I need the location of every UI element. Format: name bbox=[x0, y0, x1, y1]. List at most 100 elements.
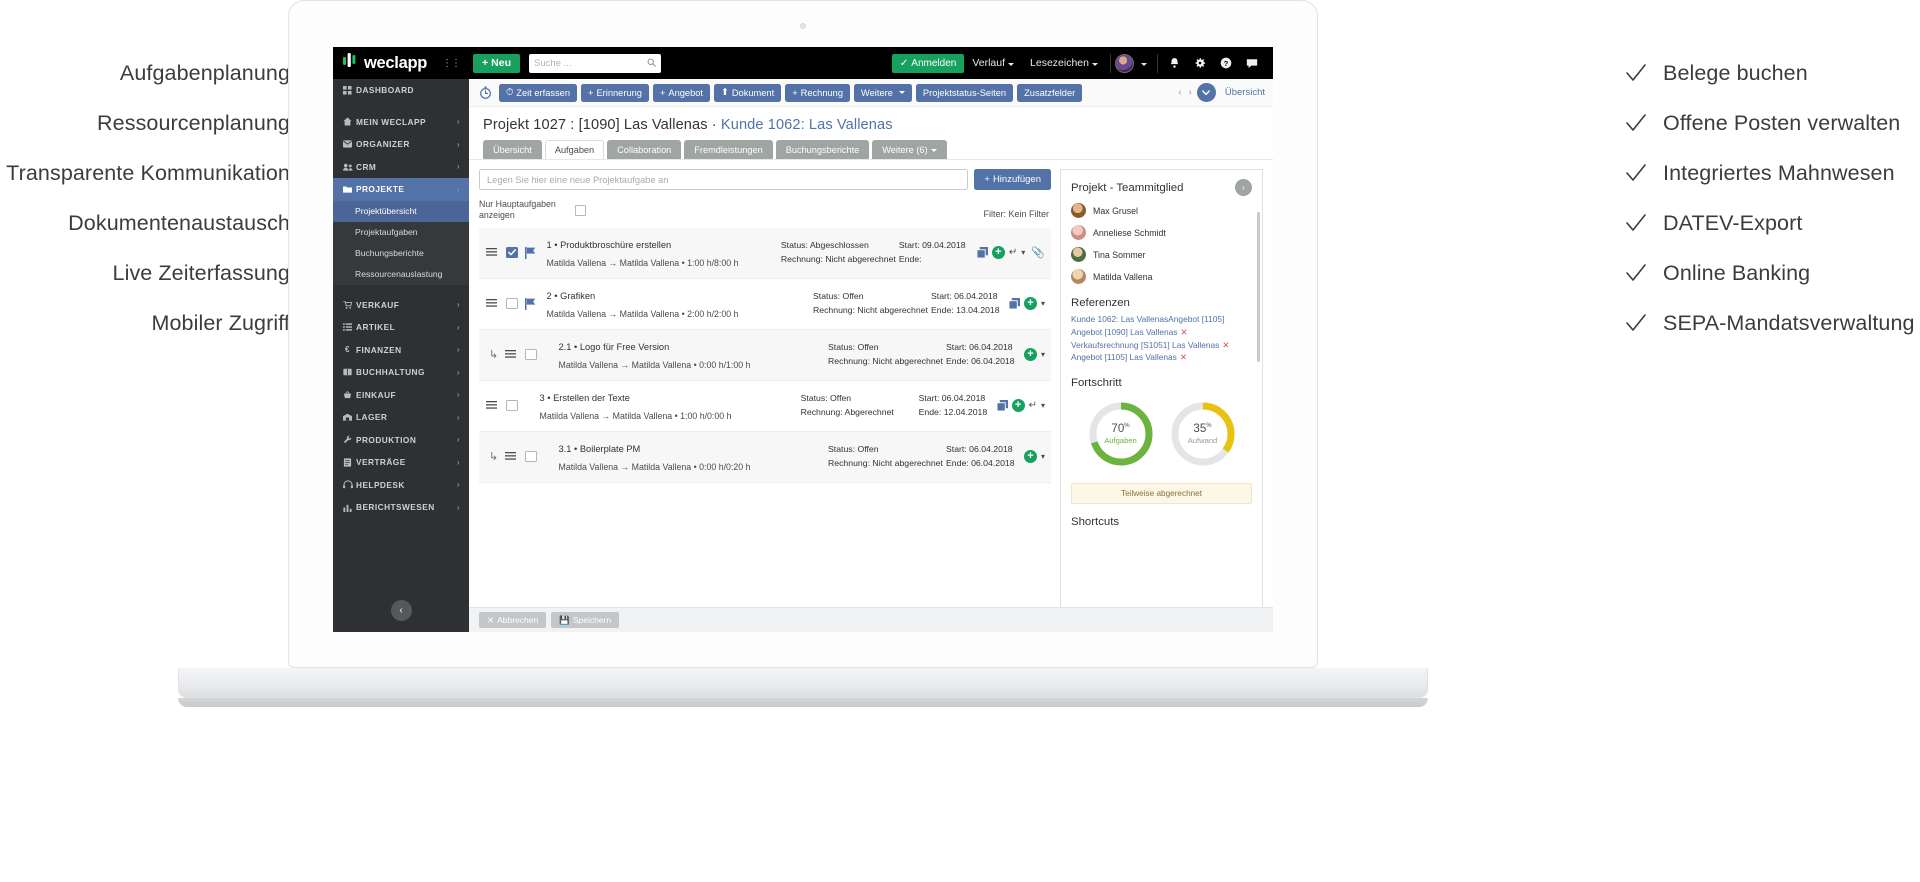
sidebar-item-vertraege[interactable]: Verträge › bbox=[333, 451, 469, 474]
sidebar-toggle-icon[interactable]: ⋮⋮ bbox=[442, 58, 461, 69]
table-row[interactable]: 3 • Erstellen der Texte Matilda Vallena … bbox=[479, 381, 1051, 432]
reference-link[interactable]: Angebot [1105] Las Vallenas ✕ bbox=[1071, 351, 1252, 364]
sidebar-subitem-projektaufgaben[interactable]: Projektaufgaben bbox=[333, 221, 469, 243]
flag-icon[interactable] bbox=[524, 246, 538, 259]
global-search[interactable] bbox=[529, 53, 661, 73]
list-item[interactable]: Max Grusel bbox=[1071, 203, 1252, 218]
sidebar-item-berichtswesen[interactable]: Berichtswesen › bbox=[333, 496, 469, 519]
reference-link[interactable]: Verkaufsrechnung [S1051] Las Vallenas ✕ bbox=[1071, 339, 1252, 352]
expand-button[interactable] bbox=[1196, 83, 1216, 102]
sidebar-item-finanzen[interactable]: € Finanzen › bbox=[333, 339, 469, 362]
task-checkbox[interactable] bbox=[506, 297, 518, 310]
copy-icon[interactable] bbox=[1008, 298, 1020, 309]
table-row[interactable]: 2 • Grafiken Matilda Vallena → Matilda V… bbox=[479, 279, 1051, 330]
table-row[interactable]: ↳ 2.1 • Logo für Free Version Matilda Va… bbox=[479, 329, 1051, 381]
chevron-down-icon[interactable]: ▾ bbox=[1041, 299, 1045, 308]
reference-link[interactable]: Kunde 1062: Las VallenasAngebot [1105] bbox=[1071, 313, 1252, 326]
chevron-down-icon[interactable]: ▾ bbox=[1041, 350, 1045, 359]
sidebar-subitem-ressourcenauslastung[interactable]: Ressourcenauslastung bbox=[333, 263, 469, 285]
customer-link[interactable]: Kunde 1062: Las Vallenas bbox=[721, 117, 893, 133]
table-row[interactable]: 1 • Produktbroschüre erstellen Matilda V… bbox=[479, 227, 1051, 279]
help-icon[interactable]: ? bbox=[1213, 57, 1239, 69]
list-item[interactable]: Tina Sommer bbox=[1071, 247, 1252, 262]
sidebar-item-produktion[interactable]: Produktion › bbox=[333, 429, 469, 452]
new-button[interactable]: + Neu bbox=[473, 53, 520, 73]
tab-weitere[interactable]: Weitere (6) bbox=[872, 140, 947, 159]
save-button[interactable]: 💾 Speichern bbox=[551, 612, 620, 628]
add-subtask-icon[interactable]: + bbox=[1023, 297, 1037, 310]
sidebar-item-dashboard[interactable]: Dashboard bbox=[333, 79, 469, 102]
sidebar-item-crm[interactable]: CRM › bbox=[333, 156, 469, 179]
sidebar-subitem-projektuebersicht[interactable]: Projektübersicht bbox=[333, 200, 469, 222]
drag-handle-icon[interactable] bbox=[505, 452, 520, 461]
tab-buchungsberichte[interactable]: Buchungsberichte bbox=[775, 140, 870, 159]
add-task-button[interactable]: + Hinzufügen bbox=[974, 169, 1051, 190]
task-checkbox[interactable] bbox=[506, 399, 518, 412]
cancel-button[interactable]: ✕ Abbrechen bbox=[479, 612, 547, 628]
copy-icon[interactable] bbox=[996, 400, 1008, 411]
task-checkbox[interactable] bbox=[525, 450, 537, 463]
flag-icon[interactable] bbox=[524, 297, 538, 310]
tab-aufgaben[interactable]: Aufgaben bbox=[544, 140, 605, 159]
remove-icon[interactable]: ✕ bbox=[1180, 352, 1187, 362]
invoice-button[interactable]: + Rechnung bbox=[785, 83, 851, 102]
drag-handle-icon[interactable] bbox=[486, 248, 501, 257]
avatar[interactable] bbox=[1115, 53, 1134, 73]
time-tracking-button[interactable]: ⏱ Zeit erfassen bbox=[499, 83, 578, 102]
sidebar-subitem-buchungsberichte[interactable]: Buchungsberichte bbox=[333, 242, 469, 264]
panel-next-button[interactable]: › bbox=[1235, 179, 1252, 196]
prev-record-button[interactable]: ‹ bbox=[1176, 87, 1183, 98]
sidebar-item-mein-weclapp[interactable]: Mein weclapp › bbox=[333, 111, 469, 134]
remove-icon[interactable]: ✕ bbox=[1180, 327, 1187, 337]
bookmarks-menu[interactable]: Lesezeichen bbox=[1022, 57, 1106, 69]
more-button[interactable]: Weitere bbox=[854, 83, 912, 102]
stopwatch-icon[interactable] bbox=[479, 86, 492, 99]
notifications-bell-icon[interactable] bbox=[1162, 57, 1187, 69]
offer-button[interactable]: + Angebot bbox=[652, 83, 711, 102]
copy-icon[interactable] bbox=[976, 247, 988, 258]
weclapp-logo[interactable]: weclapp bbox=[343, 53, 427, 73]
add-subtask-icon[interactable]: + bbox=[1023, 450, 1037, 463]
sidebar-item-einkauf[interactable]: Einkauf › bbox=[333, 384, 469, 407]
indent-icon[interactable]: ↵ bbox=[1009, 247, 1017, 258]
reminder-button[interactable]: + Erinnerung bbox=[581, 83, 649, 102]
settings-gear-icon[interactable] bbox=[1187, 57, 1213, 69]
sidebar-collapse-button[interactable]: ‹ bbox=[390, 600, 412, 621]
sidebar-item-buchhaltung[interactable]: Buchhaltung › bbox=[333, 361, 469, 384]
task-checkbox[interactable] bbox=[525, 348, 537, 361]
tab-uebersicht[interactable]: Übersicht bbox=[483, 140, 542, 159]
chevron-down-icon[interactable]: ▾ bbox=[1041, 452, 1045, 461]
drag-handle-icon[interactable] bbox=[486, 401, 501, 410]
add-subtask-icon[interactable]: + bbox=[991, 246, 1005, 259]
table-row[interactable]: ↳ 3.1 • Boilerplate PM Matilda Vallena →… bbox=[479, 431, 1051, 483]
drag-handle-icon[interactable] bbox=[486, 299, 501, 308]
chevron-down-icon[interactable]: ▾ bbox=[1021, 248, 1025, 257]
reference-link[interactable]: Angebot [1090] Las Vallenas ✕ bbox=[1071, 326, 1252, 339]
filter-selector[interactable]: Filter: Kein Filter bbox=[983, 209, 1049, 219]
sidebar-item-lager[interactable]: Lager › bbox=[333, 406, 469, 429]
chevron-down-icon[interactable]: ▾ bbox=[1041, 401, 1045, 410]
sidebar-item-helpdesk[interactable]: Helpdesk › bbox=[333, 474, 469, 497]
search-input[interactable] bbox=[534, 57, 647, 69]
task-checkbox[interactable] bbox=[506, 246, 518, 259]
document-button[interactable]: ⬆ Dokument bbox=[714, 83, 782, 102]
attachment-icon[interactable]: 📎 bbox=[1031, 246, 1045, 259]
user-menu-caret[interactable] bbox=[1134, 57, 1153, 69]
list-item[interactable]: Anneliese Schmidt bbox=[1071, 225, 1252, 240]
sidebar-item-organizer[interactable]: Organizer › bbox=[333, 133, 469, 156]
tab-collaboration[interactable]: Collaboration bbox=[607, 140, 682, 159]
history-menu[interactable]: Verlauf bbox=[964, 57, 1022, 69]
extra-fields-button[interactable]: Zusatzfelder bbox=[1017, 83, 1083, 102]
tab-fremdleistungen[interactable]: Fremdleistungen bbox=[684, 140, 773, 159]
main-tasks-only-checkbox[interactable] bbox=[575, 205, 586, 216]
login-button[interactable]: ✓ Anmelden bbox=[891, 53, 965, 73]
indent-icon[interactable]: ↵ bbox=[1029, 400, 1037, 411]
status-pages-button[interactable]: Projektstatus-Seiten bbox=[915, 83, 1014, 102]
list-item[interactable]: Matilda Vallena bbox=[1071, 269, 1252, 284]
drag-handle-icon[interactable] bbox=[505, 350, 520, 359]
add-subtask-icon[interactable]: + bbox=[1011, 399, 1025, 412]
next-record-button[interactable]: › bbox=[1187, 87, 1194, 98]
sidebar-item-verkauf[interactable]: Verkauf › bbox=[333, 294, 469, 317]
remove-icon[interactable]: ✕ bbox=[1222, 340, 1229, 350]
overview-link[interactable]: Übersicht bbox=[1225, 87, 1265, 98]
